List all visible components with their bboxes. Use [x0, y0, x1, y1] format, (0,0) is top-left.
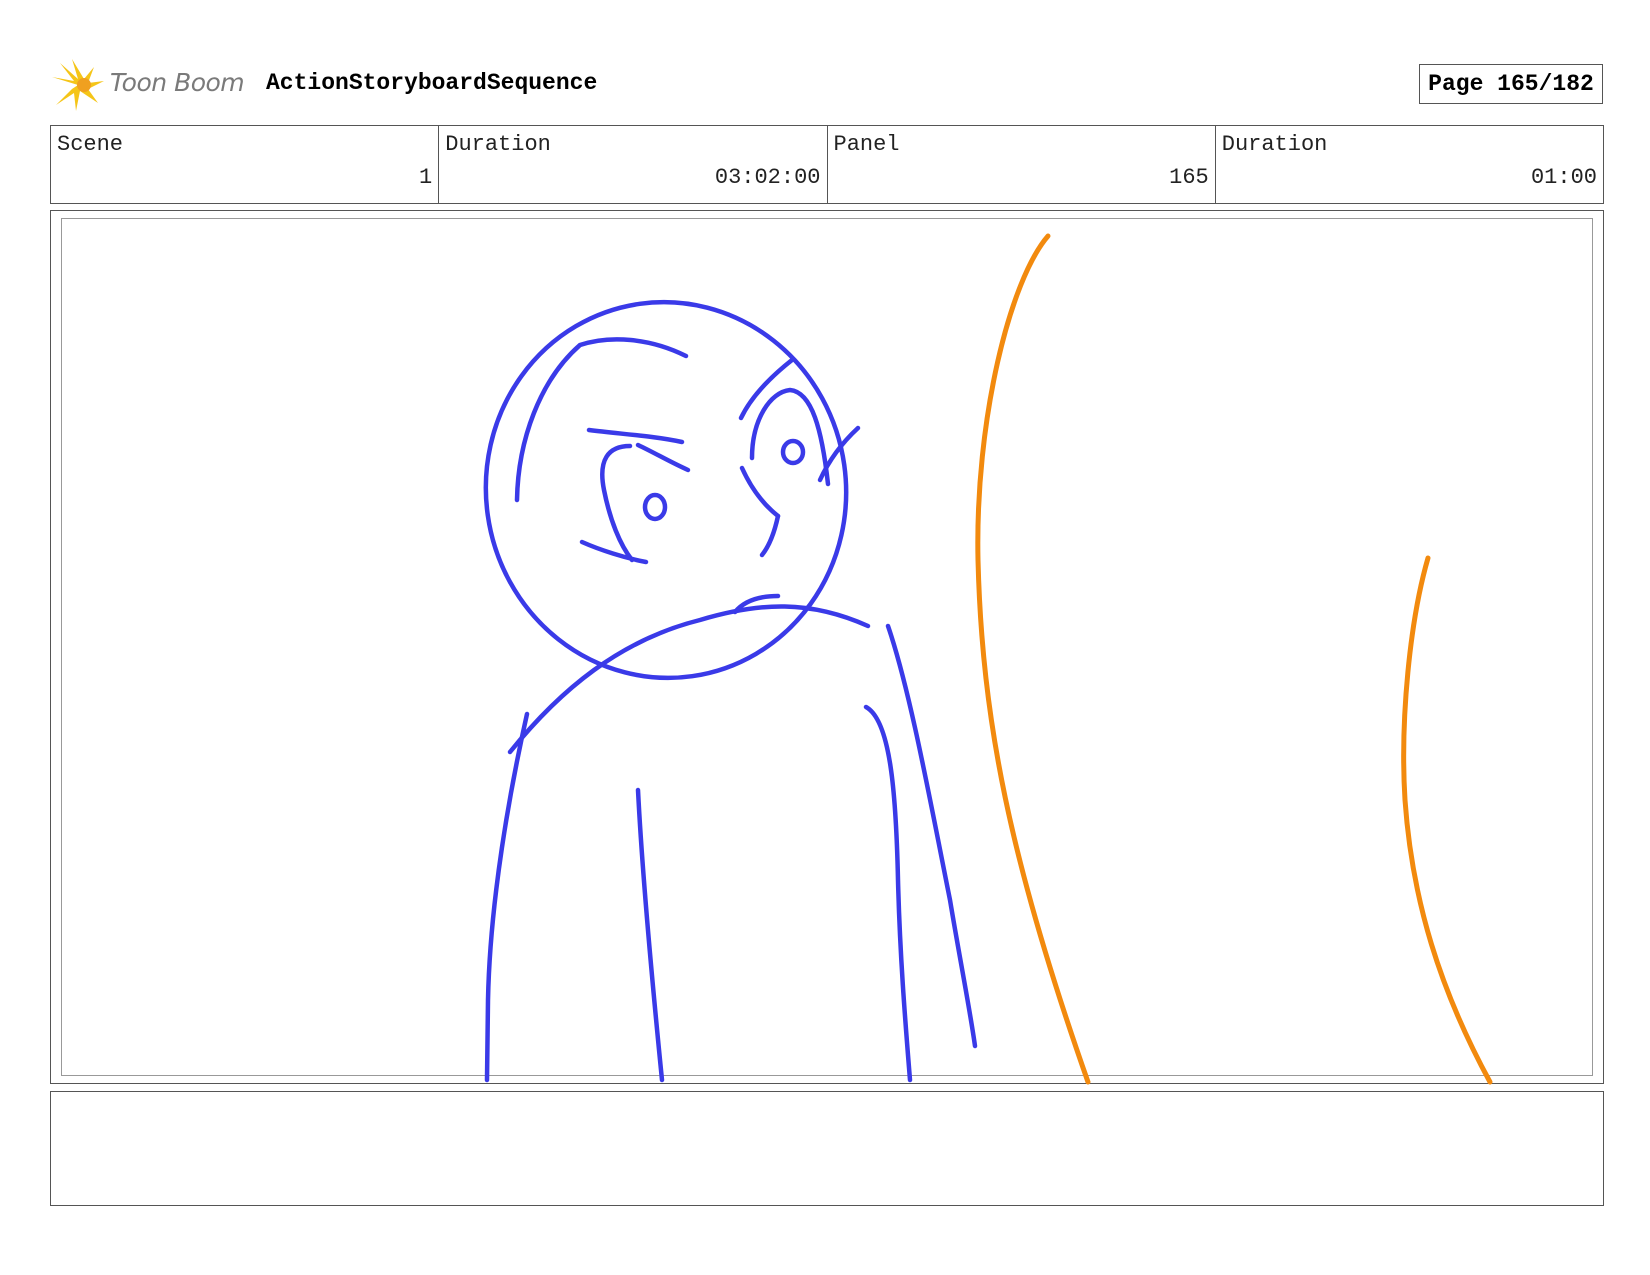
scene-cell: Scene 1 [51, 126, 440, 203]
panel-duration-value: 01:00 [1530, 165, 1597, 190]
page-label: Page 165/182 [1428, 71, 1594, 97]
info-table: Scene 1 Duration 03:02:00 Panel 165 Dura… [50, 125, 1604, 204]
panel-safe-area [61, 218, 1593, 1076]
scene-duration-label: Duration [445, 132, 551, 157]
scene-duration-value: 03:02:00 [714, 165, 821, 190]
scene-value: 1 [419, 165, 433, 190]
panel-value: 165 [1169, 165, 1209, 190]
notes-box[interactable] [50, 1091, 1604, 1206]
logo-text: Toon Boom [110, 68, 245, 97]
panel-cell: Panel 165 [828, 126, 1216, 203]
panel-duration-cell: Duration 01:00 [1216, 126, 1603, 203]
page-indicator: Page 165/182 [1419, 64, 1603, 104]
scene-label: Scene [57, 132, 124, 157]
panel-label: Panel [833, 132, 900, 157]
scene-duration-cell: Duration 03:02:00 [439, 126, 828, 203]
document-title: ActionStoryboardSequence [266, 70, 598, 96]
panel-duration-label: Duration [1221, 132, 1328, 157]
